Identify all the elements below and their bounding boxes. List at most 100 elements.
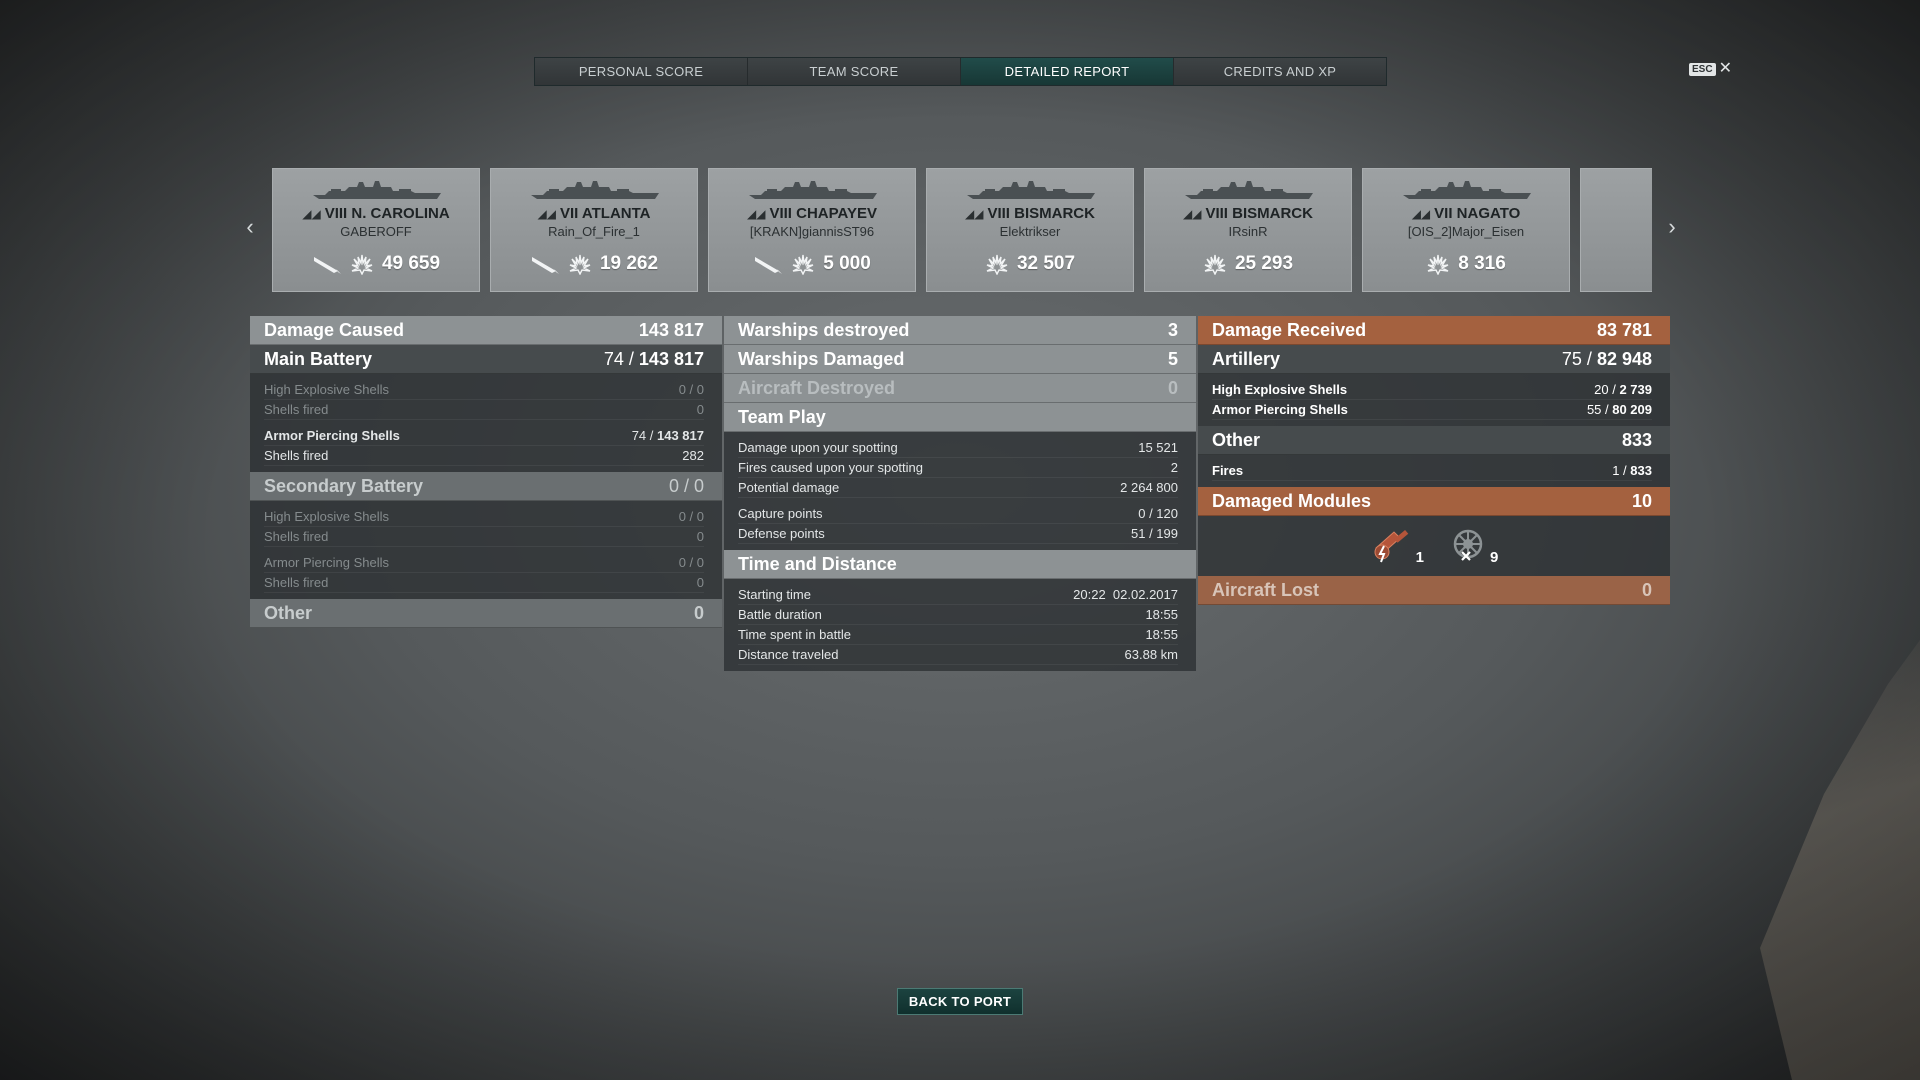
ship-silhouette-icon <box>313 181 441 199</box>
ship-damage-value: 8 316 <box>1458 253 1506 274</box>
battle-duration-row: Battle duration 18:55 <box>738 605 1178 625</box>
ship-stats: 5 000 <box>709 253 915 275</box>
module-item: 1 <box>1370 526 1424 566</box>
carousel-prev-button[interactable]: ‹ <box>240 214 260 240</box>
damage-caused-header: Damage Caused 143 817 <box>250 316 722 345</box>
ship-silhouette-icon <box>1403 181 1531 199</box>
team-play-details: Damage upon your spotting 15 521 Fires ca… <box>724 432 1196 550</box>
ship-damage-value: 49 659 <box>381 253 441 274</box>
damage-caused-panel: Damage Caused 143 817 Main Battery 74 / … <box>250 316 722 628</box>
ship-silhouette-icon <box>1185 181 1313 199</box>
damaged-modules-header: Damaged Modules 10 <box>1198 487 1670 516</box>
ship-stats: 25 293 <box>1145 253 1351 275</box>
damage-icon <box>569 254 591 275</box>
team-play-header: Team Play <box>724 403 1196 432</box>
module-item: 9 <box>1448 526 1498 566</box>
ship-name: ◢◢ VIII N. CAROLINA <box>273 205 479 222</box>
tab-team-score[interactable]: TEAM SCORE <box>748 58 961 85</box>
ship-damage-value: 25 293 <box>1234 253 1294 274</box>
esc-key-badge: ESC <box>1689 62 1716 76</box>
torpedo-icon <box>313 257 341 274</box>
ship-name-text: VIII CHAPAYEV <box>769 205 877 222</box>
damage-caused-label: Damage Caused <box>264 319 405 340</box>
ship-name-text: VII ATLANTA <box>559 205 651 222</box>
ship-card-partial[interactable] <box>1580 168 1652 292</box>
ship-damage-value: 5 000 <box>823 253 871 274</box>
damage-icon <box>1204 254 1226 275</box>
received-fires-row: Fires 1 / 833 <box>1212 461 1652 481</box>
ship-name-text: VIII BISMARCK <box>987 205 1095 222</box>
distance-traveled-row: Distance traveled 63.88 km <box>738 645 1178 665</box>
sb-ap-fired-row: Shells fired 0 <box>264 573 704 593</box>
back-to-port-button[interactable]: BACK TO PORT <box>897 988 1023 1015</box>
received-other-details: Fires 1 / 833 <box>1198 455 1670 487</box>
tab-bar: PERSONAL SCORE TEAM SCORE DETAILED REPOR… <box>534 57 1387 86</box>
tab-detailed-report[interactable]: DETAILED REPORT <box>961 58 1174 85</box>
time-distance-header: Time and Distance <box>724 550 1196 579</box>
ship-silhouette-icon <box>749 181 877 199</box>
rudder-destroyed-icon <box>1453 529 1483 561</box>
ship-class-icon: ◢◢ <box>965 207 984 221</box>
ship-name-text: VIII N. CAROLINA <box>324 205 450 222</box>
ship-stats: 49 659 <box>273 253 479 275</box>
ship-class-icon: ◢◢ <box>1411 207 1431 221</box>
damaged-modules-list: 1 9 <box>1198 516 1670 576</box>
received-ap-row: Armor Piercing Shells 55 / 80 209 <box>1212 400 1652 420</box>
starting-time-row: Starting time 20:22 02.02.2017 <box>738 585 1178 605</box>
torpedo-icon <box>531 257 559 274</box>
artillery-header: Artillery 75 / 82 948 <box>1198 345 1670 374</box>
ship-class-icon: ◢◢ <box>746 207 766 221</box>
tab-credits-and-xp[interactable]: CREDITS AND XP <box>1174 58 1386 85</box>
close-button[interactable]: ESC ✕ <box>1689 60 1732 77</box>
ship-card[interactable]: ◢◢ VIII N. CAROLINA GABEROFF 49 659 <box>272 168 480 292</box>
warships-destroyed-row: Warships destroyed 3 <box>724 316 1196 345</box>
main-battery-details: High Explosive Shells 0 / 0 Shells fired 0… <box>250 374 722 472</box>
spotting-damage-row: Damage upon your spotting 15 521 <box>738 438 1178 458</box>
other-damage-label: Other <box>264 602 313 623</box>
damage-icon <box>351 254 373 275</box>
received-he-row: High Explosive Shells 20 / 2 739 <box>1212 380 1652 400</box>
warships-damaged-row: Warships Damaged 5 <box>724 345 1196 374</box>
ship-name-text: VIII BISMARCK <box>1205 205 1313 222</box>
ship-card[interactable]: ◢◢ VII NAGATO [OIS_2]Major_Eisen 8 316 <box>1362 168 1570 292</box>
tab-personal-score[interactable]: PERSONAL SCORE <box>535 58 748 85</box>
spotting-fires-row: Fires caused upon your spotting 2 <box>738 458 1178 478</box>
carousel-next-button[interactable]: › <box>1662 214 1682 240</box>
ship-carousel: ◢◢ VIII N. CAROLINA GABEROFF 49 659 ◢◢ VII… <box>272 168 1652 292</box>
sb-ap-row: Armor Piercing Shells 0 / 0 <box>264 553 704 573</box>
mb-he-row: High Explosive Shells 0 / 0 <box>264 380 704 400</box>
ship-stats: 32 507 <box>927 253 1133 275</box>
main-battery-header: Main Battery 74 / 143 817 <box>250 345 722 374</box>
torpedo-icon <box>755 257 783 274</box>
time-distance-details: Starting time 20:22 02.02.2017 Battle dur… <box>724 579 1196 671</box>
player-name: [KRAKN]giannisST96 <box>749 224 875 239</box>
main-battery-label: Main Battery <box>264 348 373 369</box>
damage-caused-value: 143 817 <box>638 319 704 340</box>
player-name: IRsinR <box>1228 224 1268 239</box>
ship-damage-value: 19 262 <box>599 253 659 274</box>
capture-points-row: Capture points 0 / 120 <box>738 504 1178 524</box>
ship-card[interactable]: ◢◢ VII ATLANTA Rain_Of_Fire_1 19 262 <box>490 168 698 292</box>
ship-card[interactable]: ◢◢ VIII BISMARCK IRsinR 25 293 <box>1144 168 1352 292</box>
ship-name: ◢◢ VII NAGATO <box>1363 205 1569 222</box>
player-name: GABEROFF <box>340 224 412 239</box>
secondary-battery-header: Secondary Battery 0 / 0 <box>250 472 722 501</box>
close-icon: ✕ <box>1718 60 1732 77</box>
sb-he-fired-row: Shells fired 0 <box>264 527 704 547</box>
ship-stats: 8 316 <box>1363 253 1569 275</box>
secondary-battery-details: High Explosive Shells 0 / 0 Shells fired 0… <box>250 501 722 599</box>
ship-card[interactable]: ◢◢ VIII BISMARCK Elektrikser 32 507 <box>926 168 1134 292</box>
secondary-battery-value: 0 / 0 <box>668 475 704 496</box>
damage-received-panel: Damage Received 83 781 Artillery 75 / 82 … <box>1198 316 1670 605</box>
aircraft-destroyed-row: Aircraft Destroyed 0 <box>724 374 1196 403</box>
player-name: [OIS_2]Major_Eisen <box>1407 224 1525 239</box>
warships-panel: Warships destroyed 3 Warships Damaged 5 Ai… <box>724 316 1196 671</box>
mb-he-fired-row: Shells fired 0 <box>264 400 704 420</box>
ship-class-icon: ◢◢ <box>1183 207 1202 221</box>
ship-card[interactable]: ◢◢ VIII CHAPAYEV [KRAKN]giannisST96 5 000 <box>708 168 916 292</box>
mb-ap-row: Armor Piercing Shells 74 / 143 817 <box>264 426 704 446</box>
player-name: Elektrikser <box>999 224 1061 239</box>
damage-icon <box>1427 254 1449 275</box>
potential-damage-row: Potential damage 2 264 800 <box>738 478 1178 498</box>
main-battery-value: 74 / 143 817 <box>603 348 704 369</box>
